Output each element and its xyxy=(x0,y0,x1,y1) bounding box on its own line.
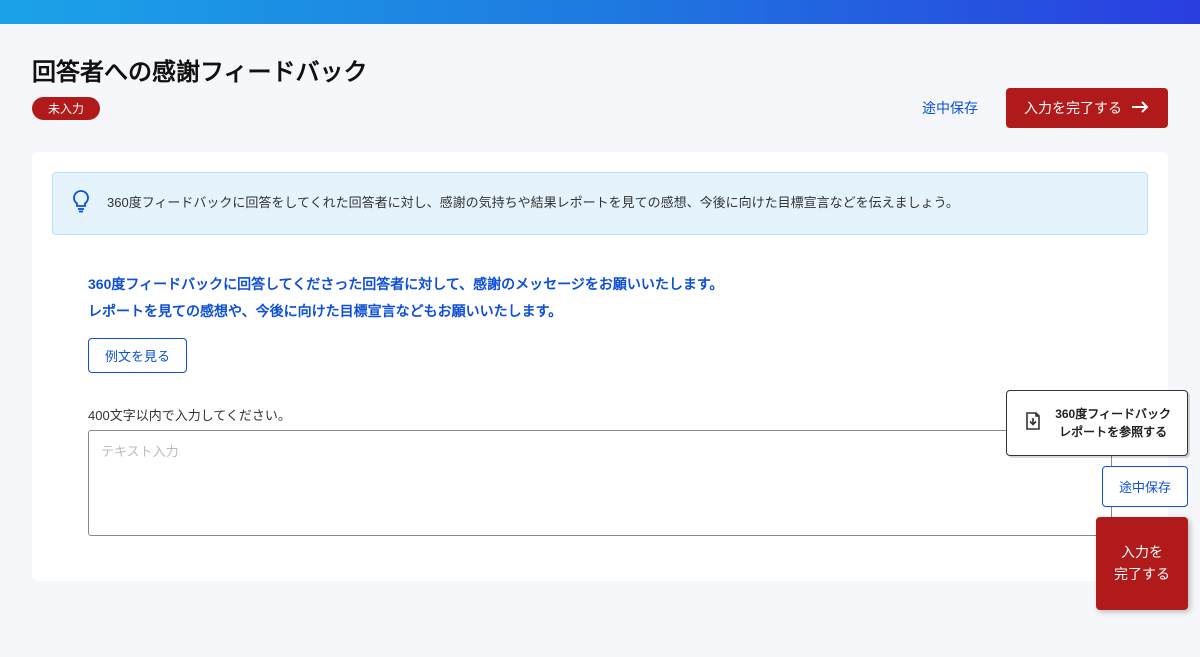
download-icon xyxy=(1023,411,1043,436)
complete-button-label: 入力を完了する xyxy=(1024,98,1122,118)
char-limit-label: 400文字以内で入力してください。 xyxy=(88,405,291,424)
instruction-line-2: レポートを見ての感想や、今後に向けた目標宣言などもお願いいたします。 xyxy=(88,298,1112,325)
instruction-line-1: 360度フィードバックに回答してくださった回答者に対して、感謝のメッセージをお願… xyxy=(88,271,1112,298)
page-header-left: 回答者への感謝フィードバック 未入力 xyxy=(32,52,368,120)
side-complete-button[interactable]: 入力を 完了する xyxy=(1096,517,1188,610)
page-title: 回答者への感謝フィードバック xyxy=(32,52,368,87)
draft-save-link[interactable]: 途中保存 xyxy=(922,98,978,118)
complete-button[interactable]: 入力を完了する xyxy=(1006,88,1168,128)
page-header-actions: 途中保存 入力を完了する xyxy=(922,88,1168,128)
side-complete-line2: 完了する xyxy=(1114,563,1170,585)
page-header: 回答者への感謝フィードバック 未入力 途中保存 入力を完了する xyxy=(32,52,1168,128)
info-text: 360度フィードバックに回答をしてくれた回答者に対し、感謝の気持ちや結果レポート… xyxy=(107,193,959,214)
form-section: 360度フィードバックに回答してくださった回答者に対して、感謝のメッセージをお願… xyxy=(52,235,1148,541)
side-complete-line1: 入力を xyxy=(1114,541,1170,563)
top-gradient-bar xyxy=(0,0,1200,24)
side-panel: 360度フィードバック レポートを参照する 途中保存 入力を 完了する xyxy=(1006,390,1188,610)
side-report-line1: 360度フィードバック xyxy=(1055,405,1171,423)
main-card: 360度フィードバックに回答をしてくれた回答者に対し、感謝の気持ちや結果レポート… xyxy=(32,152,1168,581)
side-report-button[interactable]: 360度フィードバック レポートを参照する xyxy=(1006,390,1188,456)
lightbulb-icon xyxy=(71,189,91,218)
status-badge: 未入力 xyxy=(32,97,100,120)
side-report-text: 360度フィードバック レポートを参照する xyxy=(1055,405,1171,441)
arrow-right-icon xyxy=(1132,100,1150,116)
field-meta-row: 400文字以内で入力してください。 0 文字 xyxy=(88,405,1112,424)
instruction-text: 360度フィードバックに回答してくださった回答者に対して、感謝のメッセージをお願… xyxy=(88,271,1112,324)
side-report-line2: レポートを参照する xyxy=(1055,423,1171,441)
example-button[interactable]: 例文を見る xyxy=(88,338,187,373)
info-box: 360度フィードバックに回答をしてくれた回答者に対し、感謝の気持ちや結果レポート… xyxy=(52,172,1148,235)
side-draft-button[interactable]: 途中保存 xyxy=(1102,466,1188,507)
feedback-textarea[interactable] xyxy=(88,430,1112,536)
